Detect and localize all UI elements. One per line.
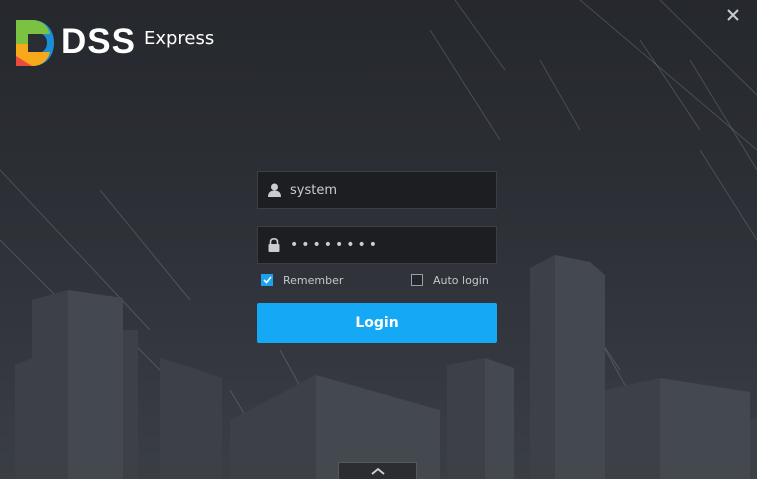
dss-logo-icon [16, 20, 54, 66]
auto-login-checkbox-box[interactable] [411, 274, 423, 286]
expand-panel-button[interactable] [338, 462, 417, 479]
login-window: DSS Express Remember [0, 0, 757, 479]
remember-label: Remember [283, 273, 344, 287]
username-field[interactable] [257, 171, 497, 209]
chevron-up-icon [370, 467, 385, 475]
auto-login-checkbox[interactable]: Auto login [411, 273, 489, 287]
remember-checkbox[interactable]: Remember [261, 273, 343, 287]
lock-icon [258, 227, 290, 263]
check-icon [262, 276, 272, 284]
close-icon [727, 9, 739, 21]
auto-login-label: Auto login [433, 273, 489, 287]
password-input[interactable] [290, 228, 496, 262]
password-field[interactable] [257, 226, 497, 264]
close-button[interactable] [722, 4, 744, 26]
login-button[interactable]: Login [257, 303, 497, 343]
user-icon [258, 172, 290, 208]
dss-express-logo: DSS Express [14, 18, 214, 68]
username-input[interactable] [290, 173, 496, 207]
logo-subtitle: Express [143, 28, 215, 49]
remember-checkbox-box[interactable] [261, 274, 273, 286]
logo-text: DSS [61, 22, 136, 61]
